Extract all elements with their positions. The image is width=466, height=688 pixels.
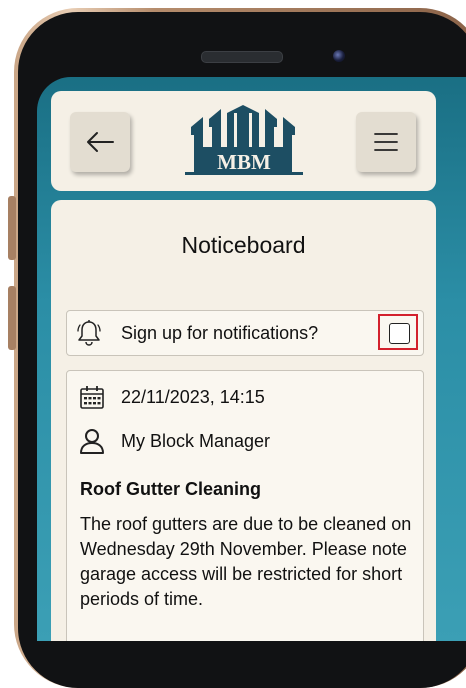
notice-author-row: My Block Manager: [79, 428, 270, 454]
bell-icon: [77, 320, 101, 346]
back-button[interactable]: [70, 112, 130, 172]
volume-down-button: [8, 286, 16, 350]
app-screen: MBM Noticeboard Sign up for notification…: [37, 77, 466, 641]
notice-date-row: 22/11/2023, 14:15: [79, 385, 265, 409]
volume-up-button: [8, 196, 16, 260]
mbm-logo: MBM: [185, 105, 303, 175]
calendar-icon: [80, 386, 104, 409]
app-header: MBM: [51, 91, 436, 191]
earpiece-speaker: [201, 51, 283, 63]
notification-signup: Sign up for notifications?: [66, 310, 424, 356]
notice-author: My Block Manager: [121, 430, 271, 451]
notification-checkbox[interactable]: [389, 323, 410, 344]
page-title: Noticeboard: [181, 232, 306, 258]
hamburger-menu-icon: [374, 133, 398, 151]
front-camera: [333, 50, 345, 62]
menu-button[interactable]: [356, 112, 416, 172]
notice-datetime: 22/11/2023, 14:15: [121, 386, 265, 407]
notice-title: Roof Gutter Cleaning: [80, 479, 261, 499]
arrow-left-icon: [87, 132, 114, 152]
notification-label: Sign up for notifications?: [121, 323, 319, 343]
notice-item[interactable]: 22/11/2023, 14:15 My Block Manager Roof …: [66, 370, 424, 641]
notice-body: The roof gutters are due to be cleaned o…: [80, 514, 412, 609]
checkbox-highlight: [378, 314, 418, 350]
logo-text: MBM: [217, 150, 271, 174]
user-icon: [80, 429, 104, 454]
noticeboard-panel: Noticeboard Sign up for notifications? 2…: [51, 200, 436, 641]
